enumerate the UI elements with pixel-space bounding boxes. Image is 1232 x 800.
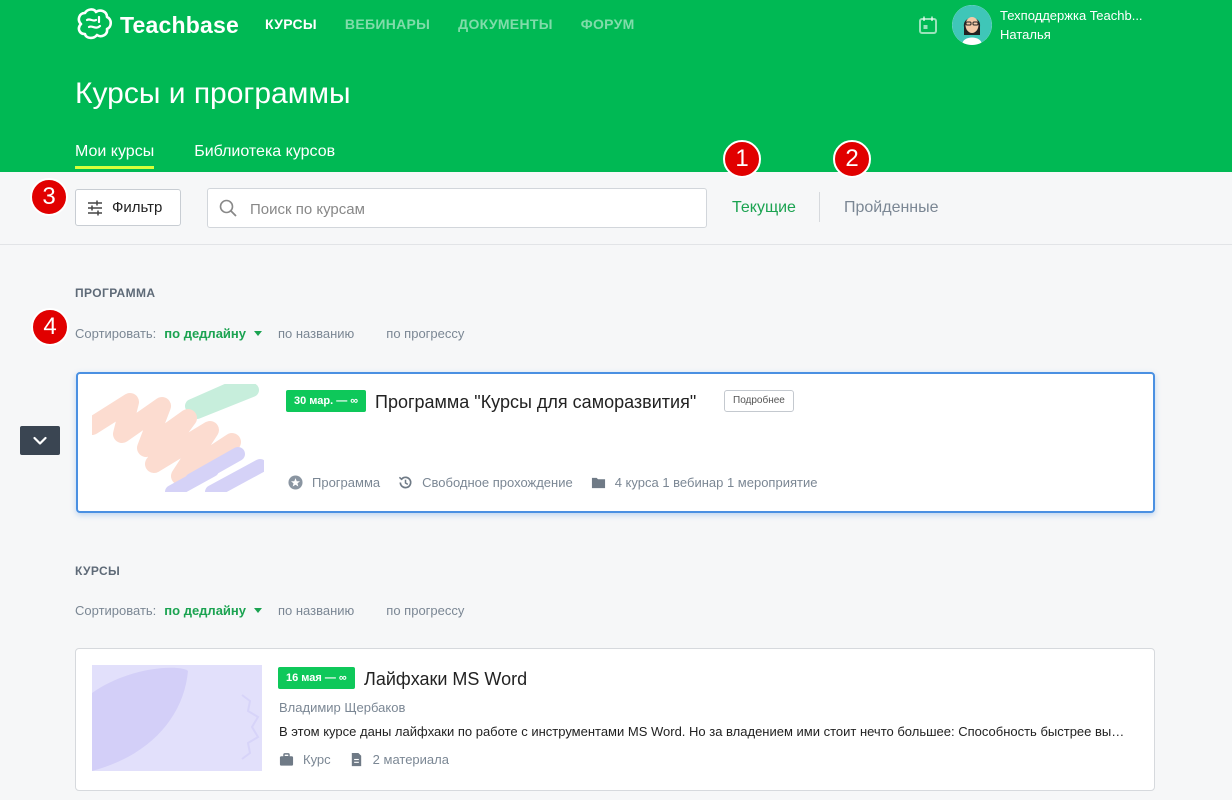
meta-type-label: Программа [312, 475, 381, 490]
course-author: Владимир Щербаков [279, 700, 406, 715]
callout-badge-2: 2 [833, 140, 871, 178]
toolbar: Фильтр Текущие Пройденные [0, 172, 1232, 245]
tab-course-library[interactable]: Библиотека курсов [194, 143, 335, 169]
program-sort-row: Сортировать: по дедлайну по названию по … [75, 326, 496, 341]
meta-type: Программа [288, 475, 380, 490]
program-title[interactable]: Программа "Курсы для саморазвития" [375, 392, 696, 413]
program-section-title: ПРОГРАММА [75, 286, 156, 300]
search-icon [219, 199, 237, 217]
briefcase-icon [279, 753, 294, 766]
document-icon [351, 752, 361, 767]
sort-by-progress[interactable]: по прогрессу [386, 326, 464, 341]
caret-down-icon[interactable] [254, 608, 262, 613]
courses-section-title: КУРСЫ [75, 564, 121, 578]
details-button[interactable]: Подробнее [724, 390, 794, 412]
course-cover-image [92, 665, 262, 771]
sort-label: Сортировать: [75, 603, 157, 618]
callout-badge-4: 4 [31, 308, 69, 346]
courses-sort-row: Сортировать: по дедлайну по названию по … [75, 603, 496, 618]
sort-by-name[interactable]: по названию [278, 326, 354, 341]
brand-name: Teachbase [120, 11, 239, 38]
sort-by-deadline[interactable]: по дедлайну [164, 326, 246, 341]
status-current-link[interactable]: Текущие [732, 199, 796, 217]
course-meta: Курс 2 материала [279, 752, 467, 767]
sort-by-deadline[interactable]: по дедлайну [164, 603, 246, 618]
course-description: В этом курсе даны лайфхаки по работе с и… [279, 724, 1129, 739]
sliders-icon [88, 200, 102, 215]
nav-courses[interactable]: КУРСЫ [265, 16, 317, 32]
program-card[interactable]: 30 мар. — ∞ Программа "Курсы для самораз… [76, 372, 1155, 513]
meta-type: Курс [279, 752, 331, 767]
brain-logo-icon [77, 8, 113, 40]
meta-mode: Свободное прохождение [398, 475, 573, 490]
filter-button[interactable]: Фильтр [75, 189, 181, 226]
user-first-name: Наталья [1000, 27, 1051, 42]
star-circle-icon [288, 475, 303, 490]
program-date-badge: 30 мар. — ∞ [286, 390, 367, 412]
meta-contents-label: 4 курса 1 вебинар 1 мероприятие [614, 475, 818, 490]
meta-materials: 2 материала [349, 752, 449, 767]
search-input[interactable] [248, 197, 692, 221]
course-tabs: Мои курсы Библиотека курсов [75, 143, 375, 169]
nav-webinars[interactable]: ВЕБИНАРЫ [345, 16, 430, 32]
course-card[interactable]: 16 мая — ∞ Лайфхаки MS Word Владимир Щер… [75, 648, 1155, 791]
meta-type-label: Курс [303, 752, 331, 767]
user-name[interactable]: Техподдержка Teachb... [1000, 8, 1143, 23]
user-avatar-icon [952, 5, 992, 45]
page-title: Курсы и программы [75, 77, 351, 110]
sort-by-progress[interactable]: по прогрессу [386, 603, 464, 618]
app-header: Teachbase КУРСЫ ВЕБИНАРЫ ДОКУМЕНТЫ ФОРУМ… [0, 0, 1232, 172]
status-divider [819, 192, 820, 222]
sort-by-name[interactable]: по названию [278, 603, 354, 618]
logo[interactable]: Teachbase [75, 8, 239, 42]
meta-mode-label: Свободное прохождение [422, 475, 573, 490]
course-title[interactable]: Лайфхаки MS Word [364, 669, 527, 690]
filter-label: Фильтр [112, 199, 163, 216]
main-nav: КУРСЫ ВЕБИНАРЫ ДОКУМЕНТЫ ФОРУМ [265, 16, 663, 32]
program-meta: Программа Свободное прохождение 4 курса … [288, 475, 835, 490]
tab-my-courses[interactable]: Мои курсы [75, 143, 155, 169]
status-completed-link[interactable]: Пройденные [844, 199, 939, 217]
callout-badge-1: 1 [723, 140, 761, 178]
search-box [207, 188, 707, 228]
expand-program-button[interactable] [20, 426, 60, 455]
callout-badge-3: 3 [30, 178, 68, 216]
caret-down-icon[interactable] [254, 331, 262, 336]
nav-forum[interactable]: ФОРУМ [581, 16, 635, 32]
chevron-down-icon [33, 436, 47, 445]
avatar[interactable] [952, 5, 992, 45]
meta-contents: 4 курса 1 вебинар 1 мероприятие [591, 475, 818, 490]
sort-label: Сортировать: [75, 326, 157, 341]
calendar-icon[interactable] [918, 15, 938, 35]
meta-materials-label: 2 материала [372, 752, 449, 767]
nav-documents[interactable]: ДОКУМЕНТЫ [458, 16, 553, 32]
course-date-badge: 16 мая — ∞ [278, 667, 355, 689]
folder-icon [591, 477, 605, 489]
program-cover-image [92, 384, 264, 492]
history-icon [399, 476, 412, 489]
